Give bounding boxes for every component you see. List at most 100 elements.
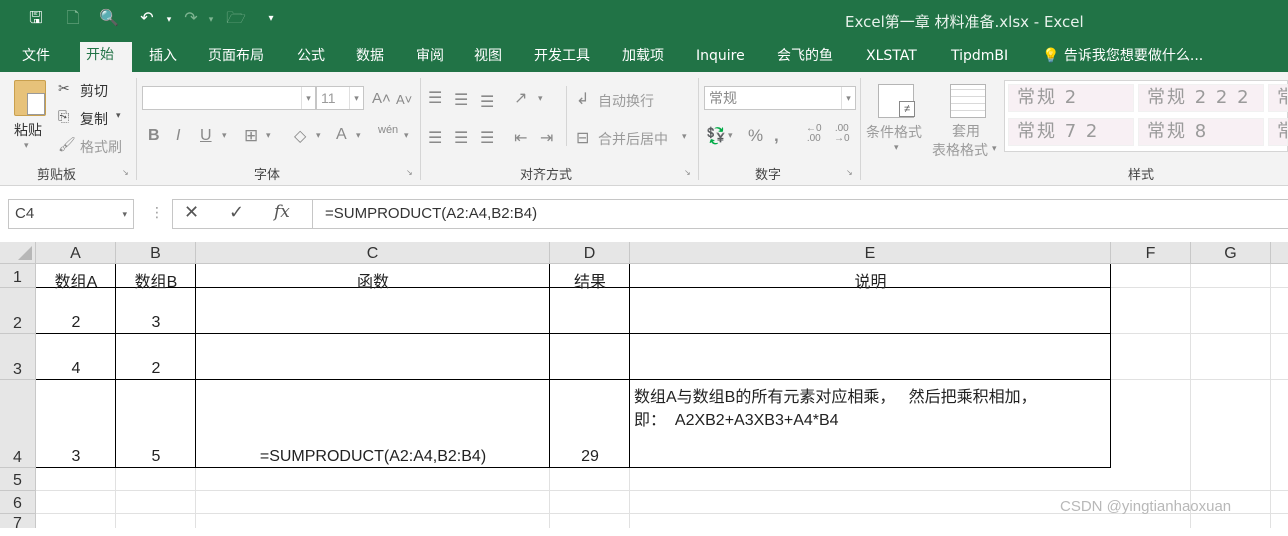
select-all-corner[interactable] bbox=[0, 242, 36, 264]
increase-font-icon[interactable]: A˄ bbox=[372, 90, 391, 107]
underline-dropdown-icon[interactable]: ▾ bbox=[222, 130, 227, 141]
open-folder-icon[interactable]: 🗁 bbox=[225, 8, 247, 30]
phonetic-icon[interactable]: wén bbox=[378, 124, 398, 136]
increase-indent-icon[interactable]: ⇥ bbox=[540, 128, 553, 148]
tab-home[interactable]: 开始 bbox=[80, 42, 132, 72]
alignment-launcher-icon[interactable]: ↘ bbox=[684, 168, 691, 177]
row-header-7[interactable]: 7 bbox=[0, 514, 36, 532]
merge-center-button[interactable]: 合并后居中 bbox=[598, 129, 668, 149]
font-size-select[interactable]: 11 ▾ bbox=[316, 86, 364, 110]
cancel-icon[interactable]: ✕ bbox=[184, 202, 199, 223]
conditional-format-dropdown-icon[interactable]: ▾ bbox=[894, 142, 899, 153]
copy-icon[interactable]: ⎘ bbox=[58, 108, 69, 125]
merge-center-icon[interactable]: ⊟ bbox=[576, 128, 589, 148]
cell-a4[interactable]: 3 bbox=[36, 448, 116, 466]
formula-bar-grip-icon[interactable]: ⋮ bbox=[150, 204, 164, 221]
name-box-dropdown-icon[interactable]: ▾ bbox=[122, 200, 127, 228]
copy-dropdown-icon[interactable]: ▾ bbox=[116, 110, 121, 121]
decrease-indent-icon[interactable]: ⇤ bbox=[514, 128, 527, 148]
style-normal-partial-2[interactable]: 常 bbox=[1268, 118, 1288, 146]
undo-icon[interactable]: ↶ bbox=[136, 8, 158, 30]
row-header-1[interactable]: 1 bbox=[0, 264, 36, 288]
orientation-icon[interactable]: ↗ bbox=[514, 88, 527, 108]
font-color-icon[interactable]: A bbox=[336, 126, 347, 144]
font-color-dropdown-icon[interactable]: ▾ bbox=[356, 130, 361, 141]
column-header-a[interactable]: A bbox=[36, 242, 116, 264]
decrease-decimal-icon[interactable]: .00 →0 bbox=[834, 124, 850, 144]
conditional-format-button[interactable]: 条件格式 bbox=[866, 122, 922, 142]
copy-button[interactable]: 复制 bbox=[80, 109, 108, 129]
format-painter-button[interactable]: 格式刷 bbox=[80, 137, 122, 157]
accounting-format-icon[interactable]: 💱 bbox=[706, 126, 726, 146]
tab-inquire[interactable]: Inquire bbox=[690, 46, 751, 72]
align-left-icon[interactable]: ☰ bbox=[428, 128, 442, 148]
redo-icon[interactable]: ↷ bbox=[180, 8, 202, 30]
column-header-f[interactable]: F bbox=[1111, 242, 1191, 264]
orientation-dropdown-icon[interactable]: ▾ bbox=[538, 93, 543, 104]
fill-color-icon[interactable]: ◇ bbox=[294, 126, 306, 146]
tab-data[interactable]: 数据 bbox=[350, 46, 390, 72]
row-header-2[interactable]: 2 bbox=[0, 288, 36, 334]
column-header-partial[interactable] bbox=[1271, 242, 1288, 264]
cell-c4[interactable]: =SUMPRODUCT(A2:A4,B2:B4) bbox=[196, 448, 550, 466]
tab-tipdmbi[interactable]: TipdmBI bbox=[945, 46, 1014, 72]
style-normal-2[interactable]: 常规 2 bbox=[1008, 84, 1134, 112]
italic-icon[interactable]: I bbox=[176, 127, 180, 145]
clipboard-launcher-icon[interactable]: ↘ bbox=[122, 168, 129, 177]
table-format-label-1[interactable]: 套用 bbox=[952, 121, 980, 141]
cell-d4[interactable]: 29 bbox=[550, 448, 630, 466]
cell-b3[interactable]: 2 bbox=[116, 360, 196, 378]
borders-dropdown-icon[interactable]: ▾ bbox=[266, 130, 271, 141]
undo-dropdown-icon[interactable]: ▾ bbox=[158, 8, 180, 30]
tab-file[interactable]: 文件 bbox=[16, 46, 56, 72]
cell-b1[interactable]: 数组B bbox=[116, 268, 196, 292]
tab-view[interactable]: 视图 bbox=[468, 46, 508, 72]
cell-a2[interactable]: 2 bbox=[36, 314, 116, 332]
save-icon[interactable]: 🖫 bbox=[25, 8, 47, 30]
tab-xlstat[interactable]: XLSTAT bbox=[860, 46, 923, 72]
underline-icon[interactable]: U bbox=[200, 127, 212, 145]
style-normal-7-2[interactable]: 常规 7 2 bbox=[1008, 118, 1134, 146]
row-header-4[interactable]: 4 bbox=[0, 380, 36, 468]
column-header-b[interactable]: B bbox=[116, 242, 196, 264]
clipboard-paste-icon[interactable] bbox=[14, 80, 46, 116]
cell-b2[interactable]: 3 bbox=[116, 314, 196, 332]
phonetic-dropdown-icon[interactable]: ▾ bbox=[404, 130, 409, 141]
wrap-text-button[interactable]: 自动换行 bbox=[598, 91, 654, 111]
enter-icon[interactable]: ✓ bbox=[229, 202, 244, 223]
bold-icon[interactable]: B bbox=[148, 127, 160, 145]
tab-formulas[interactable]: 公式 bbox=[291, 46, 331, 72]
merge-dropdown-icon[interactable]: ▾ bbox=[682, 131, 687, 142]
tab-feiyu[interactable]: 会飞的鱼 bbox=[771, 46, 839, 72]
cell-c1[interactable]: 函数 bbox=[196, 268, 550, 292]
tab-review[interactable]: 审阅 bbox=[410, 46, 450, 72]
tab-insert[interactable]: 插入 bbox=[143, 46, 183, 72]
accounting-dropdown-icon[interactable]: ▾ bbox=[728, 130, 733, 141]
name-box[interactable]: C4 ▾ bbox=[8, 199, 134, 229]
insert-function-icon[interactable]: fx bbox=[274, 202, 290, 222]
borders-icon[interactable]: ⊞ bbox=[244, 126, 258, 146]
wrap-text-icon[interactable]: ↲ bbox=[576, 89, 589, 109]
cell-d1[interactable]: 结果 bbox=[550, 268, 630, 292]
column-header-d[interactable]: D bbox=[550, 242, 630, 264]
formula-input[interactable]: =SUMPRODUCT(A2:A4,B2:B4) bbox=[312, 199, 1288, 229]
align-right-icon[interactable]: ☰ bbox=[480, 128, 494, 148]
column-header-g[interactable]: G bbox=[1191, 242, 1271, 264]
style-normal-partial[interactable]: 常 bbox=[1268, 84, 1288, 112]
column-header-c[interactable]: C bbox=[196, 242, 550, 264]
cut-button[interactable]: 剪切 bbox=[80, 81, 108, 101]
style-normal-8[interactable]: 常规 8 bbox=[1138, 118, 1264, 146]
conditional-format-icon[interactable]: ≠ bbox=[878, 84, 915, 118]
font-name-select[interactable]: ▾ bbox=[142, 86, 316, 110]
cell-a1[interactable]: 数组A bbox=[36, 268, 116, 292]
customize-qat-icon[interactable]: ▾ bbox=[260, 8, 282, 30]
table-format-label-2[interactable]: 表格格式 bbox=[932, 140, 988, 160]
redo-dropdown-icon[interactable]: ▾ bbox=[200, 8, 222, 30]
align-middle-icon[interactable]: ☰ bbox=[454, 90, 468, 110]
cell-e4-line-1[interactable]: 数组A与数组B的所有元素对应相乘， 然后把乘积相加， bbox=[634, 383, 1104, 407]
cell-a3[interactable]: 4 bbox=[36, 360, 116, 378]
row-header-6[interactable]: 6 bbox=[0, 491, 36, 514]
print-preview-icon[interactable]: 🔍 bbox=[98, 8, 120, 30]
paste-button[interactable]: 粘贴 bbox=[14, 120, 42, 140]
cell-b4[interactable]: 5 bbox=[116, 448, 196, 466]
